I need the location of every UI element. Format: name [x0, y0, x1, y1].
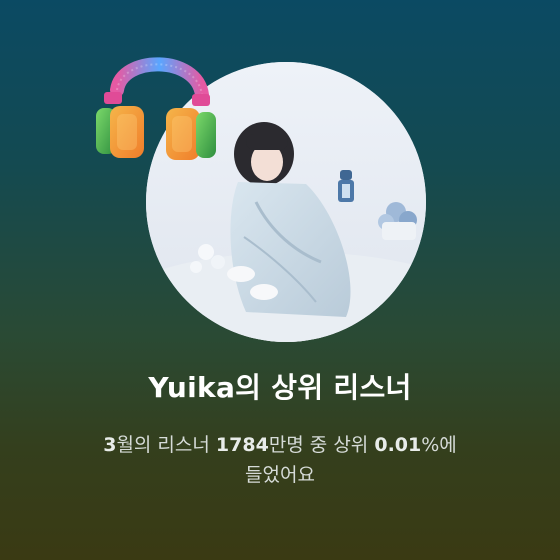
month-unit: 월의 리스너	[116, 434, 216, 456]
listener-count: 1784	[215, 434, 269, 456]
listener-unit: 만명 중 상위	[268, 434, 375, 456]
desc-line-2: 들었어요	[245, 464, 315, 486]
month-number: 3	[103, 434, 117, 456]
percent-suffix: %에	[421, 434, 457, 456]
listener-description: 3월의 리스너 1784만명 중 상위 0.01%에 들었어요	[60, 430, 500, 490]
artist-name: Yuika	[148, 371, 236, 404]
desc-line-1: 3월의 리스너 1784만명 중 상위 0.01%에	[60, 430, 500, 460]
page-title: Yuika의 상위 리스너	[0, 366, 560, 406]
listener-card: Yuika의 상위 리스너 3월의 리스너 1784만명 중 상위 0.01%에…	[0, 0, 560, 560]
title-suffix: 의 상위 리스너	[235, 371, 412, 404]
headphones-icon	[96, 57, 216, 160]
percent-value: 0.01	[374, 434, 422, 456]
